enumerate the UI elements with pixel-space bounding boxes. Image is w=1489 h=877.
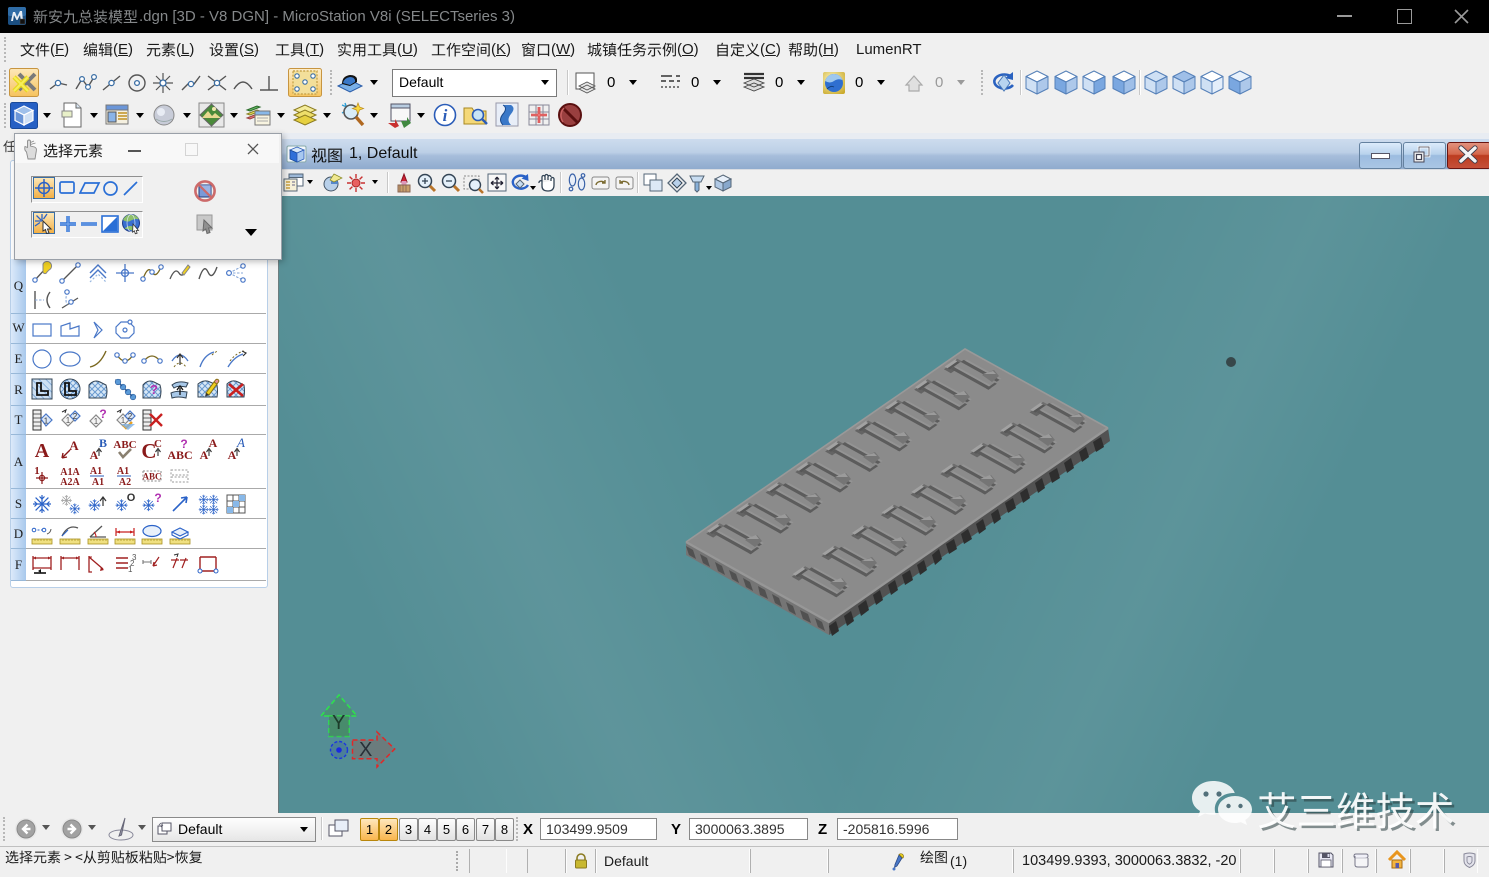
svg-text:1: 1	[128, 565, 133, 574]
svg-text:X: X	[359, 739, 372, 761]
svg-text:A1: A1	[117, 466, 129, 477]
svg-text:1: 1	[34, 465, 40, 477]
svg-text:1: 1	[66, 416, 71, 425]
svg-text:2: 2	[128, 412, 133, 421]
svg-text:ABC: ABC	[142, 472, 161, 482]
svg-text:A: A	[69, 438, 79, 453]
svg-text:B: B	[99, 438, 107, 450]
svg-text:i: i	[443, 106, 448, 125]
svg-text:A2A: A2A	[60, 477, 80, 488]
svg-text:ABC: ABC	[113, 439, 136, 451]
svg-text:1: 1	[121, 416, 126, 425]
svg-text:ABC: ABC	[168, 448, 192, 462]
svg-text:A: A	[209, 438, 218, 450]
svg-text:?: ?	[99, 408, 106, 421]
svg-text:A: A	[35, 440, 50, 462]
svg-text:Y: Y	[332, 712, 345, 734]
svg-text:1: 1	[44, 417, 49, 426]
svg-text:?: ?	[150, 382, 158, 397]
svg-text:O: O	[127, 492, 136, 504]
svg-text:A1: A1	[92, 477, 104, 488]
svg-text:1: 1	[94, 417, 99, 426]
svg-text:A2: A2	[119, 477, 131, 488]
svg-text:A1: A1	[90, 466, 102, 477]
svg-text:?: ?	[154, 492, 161, 505]
svg-text:2: 2	[73, 412, 78, 421]
